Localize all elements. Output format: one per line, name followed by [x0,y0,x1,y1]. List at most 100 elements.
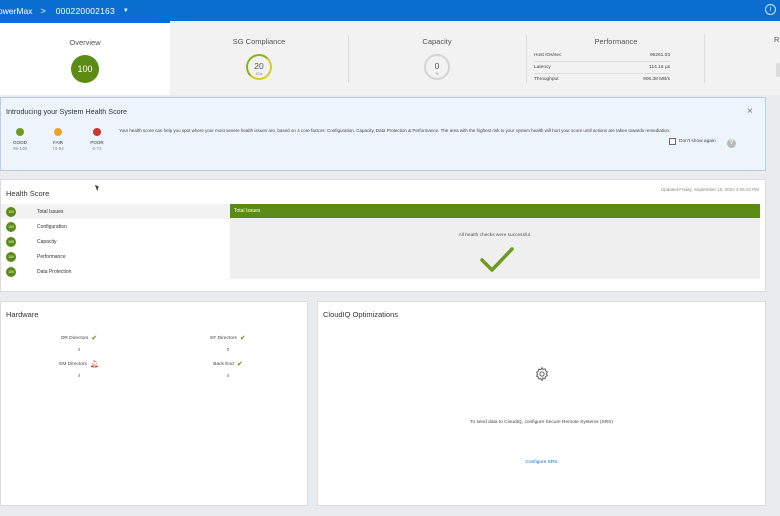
health-item-label: Total Issues [37,208,64,215]
app-breadcrumb[interactable]: owerMax [0,6,32,16]
hardware-label: Back End [213,361,234,367]
sg-compliance-ring: 20 SGs [246,54,272,80]
score-badge: 100 [6,251,16,262]
hardware-back-end[interactable]: Back End ✔ 4 [198,360,258,379]
cloudiq-message: To send data to CloudIQ, configure Secur… [470,420,613,425]
summary-tabs: Overview 100 SG Compliance 20 SGs Capaci… [0,21,780,95]
tab-capacity-label: Capacity [422,37,452,46]
legend-poor: POOR 0-73 [82,128,112,151]
hardware-ef-directors[interactable]: EF Directors ✔ 0 [198,334,258,353]
dont-show-checkbox[interactable] [669,138,676,145]
chevron-down-icon[interactable]: ▼ [123,8,129,14]
hardware-count: 4 [77,374,81,379]
metric-label: Host IOs/sec [534,53,562,58]
info-icon[interactable]: i [765,4,776,15]
sg-compliance-value: 20 [254,61,264,71]
hardware-count: 4 [77,348,81,353]
status-dot-icon [93,128,101,136]
health-score-intro-banner: Introducing your System Health Score × G… [0,97,766,171]
hardware-or-directors[interactable]: OR Directors ✔ 4 [49,334,109,353]
health-item-capacity[interactable]: 100 Capacity [1,234,230,249]
legend-good: GOOD 95-100 [5,128,35,151]
tab-sg-compliance-label: SG Compliance [232,37,286,46]
divider [704,35,705,83]
legend-range: 74-94 [52,146,64,151]
next-tab-indicator [776,63,780,77]
cloudiq-panel: CloudIQ Optimizations To send data to Cl… [317,301,766,506]
score-badge: 100 [6,236,16,247]
capacity-ring: 0 % [424,54,450,80]
hardware-label: EF Directors [210,335,237,341]
metric-label: Latency [534,65,551,70]
health-item-label: Configuration [37,223,67,230]
score-badge: 100 [6,266,16,277]
hardware-panel: Hardware OR Directors ✔ 4 EF Directors ✔ 0… [0,301,308,506]
overview-score-badge: 100 [71,55,99,83]
check-icon: ✔ [91,335,98,342]
bell-alert-icon: 🔔︎ [89,361,99,368]
configure-srs-link[interactable]: Configure SRS [318,460,765,465]
total-issues-header: Total Issues [230,204,760,218]
status-dot-icon [54,128,62,136]
breadcrumb-separator: > [40,5,46,16]
sg-compliance-unit: SGs [255,72,263,76]
tab-overview-label: Overview [69,38,101,47]
hardware-count: 4 [226,374,230,379]
legend-range: 95-100 [12,146,27,151]
health-item-data-protection[interactable]: 100 Data Protection [1,264,230,279]
help-icon[interactable]: ? [727,139,736,148]
system-selector[interactable]: 000220002163 [56,6,115,16]
performance-metrics: Host IOs/sec 96261.03 Latency 114.16 μs … [534,50,670,86]
legend-label: POOR [90,140,104,145]
hardware-label: EM Directors [59,361,87,367]
gear-icon [535,366,549,382]
tab-overview[interactable]: Overview 100 [0,21,170,95]
status-dot-icon [16,128,24,136]
tab-capacity[interactable]: Capacity 0 % [352,21,522,95]
next-tab-peek[interactable]: R [774,35,779,44]
intro-description: Your health score can help you spot wher… [119,128,671,133]
health-item-label: Performance [37,253,66,260]
hardware-em-directors[interactable]: EM Directors 🔔︎ 4 [49,360,109,379]
hardware-count: 0 [226,348,230,353]
close-icon[interactable]: × [747,106,753,117]
check-icon: ✔ [236,361,243,368]
dont-show-label: Don't show again [679,139,716,144]
metric-row: Throughput 906.38 MB/s [534,74,670,86]
divider [348,35,349,83]
health-score-title: Health Score [6,189,50,198]
metric-row: Host IOs/sec 96261.03 [534,50,670,62]
legend-label: FAIR [52,140,63,145]
metric-value: 906.38 MB/s [643,77,670,82]
check-icon: ✔ [239,335,246,342]
legend-label: GOOD [13,140,27,145]
tab-sg-compliance[interactable]: SG Compliance 20 SGs [174,21,344,95]
tab-performance-label: Performance [594,37,638,46]
health-score-panel: Health Score Updated Friday, September 1… [0,179,766,292]
metric-label: Throughput [534,77,559,82]
cloudiq-title: CloudIQ Optimizations [323,310,399,319]
legend-range: 0-73 [92,146,102,151]
health-item-label: Data Protection [37,268,72,275]
capacity-value: 0 [434,61,440,71]
health-item-label: Capacity [37,238,57,245]
intro-title: Introducing your System Health Score [6,107,128,116]
health-item-performance[interactable]: 100 Performance [1,249,230,264]
score-badge: 100 [6,206,16,217]
hardware-title: Hardware [6,310,39,319]
checkmark-icon [480,247,514,272]
metric-value: 96261.03 [649,53,670,58]
hardware-label: OR Directors [60,335,89,341]
capacity-unit: % [435,72,439,76]
health-item-total-issues[interactable]: 100 Total Issues [1,204,230,219]
health-item-configuration[interactable]: 100 Configuration [1,219,230,234]
dont-show-again-option[interactable]: Don't show again [669,138,716,145]
last-updated-timestamp: Updated Friday, September 15, 2023 4:05:… [661,187,759,192]
metric-row: Latency 114.16 μs [534,62,670,74]
score-badge: 100 [6,221,16,232]
total-issues-body: All health checks were successful. [230,218,760,279]
legend-fair: FAIR 74-94 [43,128,73,151]
top-navigation-bar: owerMax > 000220002163 ▼ i [0,0,780,21]
divider [526,35,527,83]
health-check-message: All health checks were successful. [458,233,532,238]
